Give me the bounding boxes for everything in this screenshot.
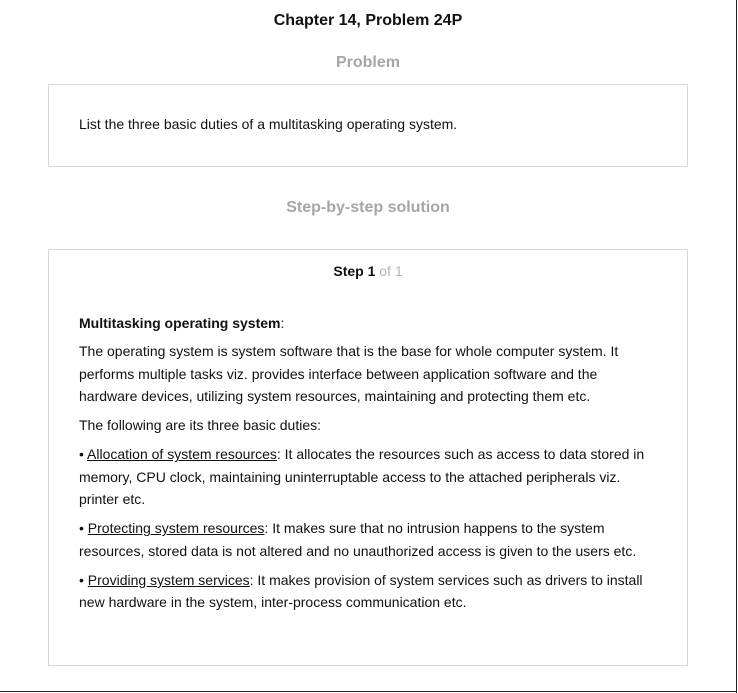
step-label: Step 1 — [333, 263, 376, 279]
step-indicator: Step 1 of 1 — [49, 263, 687, 279]
bottom-border — [0, 691, 737, 692]
duty-item: • Allocation of system resources: It all… — [79, 443, 659, 510]
definition-colon: : — [280, 315, 285, 331]
bullet: • — [79, 571, 88, 588]
duties-intro: The following are its three basic duties… — [79, 417, 322, 434]
solution-heading: Step-by-step solution — [286, 199, 450, 216]
duty-term: Allocation of system resources — [87, 446, 277, 463]
duty-term: Protecting system resources — [87, 520, 265, 537]
duty-item: • Protecting system resources: It makes … — [79, 517, 659, 562]
page-title: Chapter 14, Problem 24P — [273, 12, 463, 29]
problem-box: List the three basic duties of a multita… — [48, 84, 688, 167]
right-border — [736, 0, 737, 693]
definition-heading: Multitasking operating system: — [79, 312, 659, 334]
problem-heading: Problem — [335, 54, 400, 71]
definition-title: Multitasking operating system — [79, 315, 281, 331]
solution-content: Multitasking operating system: The opera… — [79, 312, 659, 621]
solution-box: Step 1 of 1 Multitasking operating syste… — [48, 249, 688, 666]
bullet: • — [79, 446, 88, 463]
step-count: of 1 — [375, 263, 403, 279]
duty-item: • Providing system services: It makes pr… — [79, 569, 659, 614]
definition-paragraph: The operating system is system software … — [79, 343, 619, 404]
problem-text: List the three basic duties of a multita… — [79, 116, 458, 132]
duty-term: Providing system services — [87, 571, 250, 588]
bullet: • — [79, 520, 88, 537]
